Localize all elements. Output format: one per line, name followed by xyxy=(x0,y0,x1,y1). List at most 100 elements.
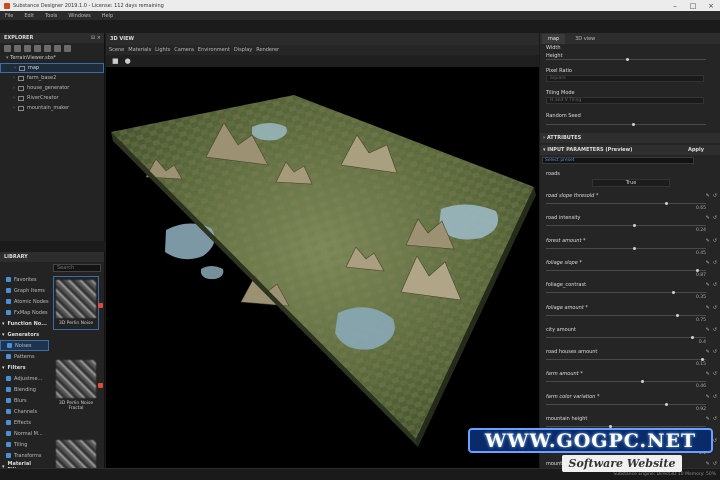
maximize-icon[interactable]: □ xyxy=(684,0,702,11)
param-slider[interactable] xyxy=(546,425,706,428)
edit-icon[interactable]: ✎ xyxy=(706,215,710,221)
chevron-right-icon[interactable]: › xyxy=(13,85,15,91)
light-icon[interactable]: ● xyxy=(125,57,131,65)
reset-icon[interactable]: ↺ xyxy=(713,394,717,400)
tab-map[interactable]: map xyxy=(542,33,566,44)
library-item-3[interactable] xyxy=(53,436,99,478)
menu-help[interactable]: Help xyxy=(102,13,113,19)
library-category[interactable]: Atomic Nodes xyxy=(0,296,49,307)
reset-icon[interactable]: ↺ xyxy=(713,193,717,199)
reset-icon[interactable]: ↺ xyxy=(713,305,717,311)
library-category[interactable]: Blending xyxy=(0,384,49,395)
preset-select[interactable]: Select preset xyxy=(542,157,694,164)
menu-file[interactable]: File xyxy=(5,13,13,19)
pin-icon[interactable]: ⊡ × xyxy=(91,35,101,41)
roads-toggle-button[interactable]: True xyxy=(592,179,670,187)
reset-icon[interactable]: ↺ xyxy=(713,327,717,333)
undo-icon[interactable] xyxy=(54,44,61,52)
slider-knob[interactable] xyxy=(664,202,668,205)
tree-item-house-generator[interactable]: › house_generator xyxy=(0,83,104,93)
attributes-section[interactable]: › ATTRIBUTES xyxy=(540,133,720,143)
view-menu-display[interactable]: Display xyxy=(234,47,252,53)
param-slider[interactable] xyxy=(546,268,706,272)
slider-knob[interactable] xyxy=(632,246,636,250)
chevron-right-icon[interactable]: › xyxy=(13,75,15,81)
edit-icon[interactable]: ✎ xyxy=(706,371,710,377)
view-menu-renderer[interactable]: Renderer xyxy=(256,47,279,53)
edit-icon[interactable]: ✎ xyxy=(706,305,710,311)
library-category[interactable]: FxMap Nodes xyxy=(0,307,49,318)
input-parameters-section[interactable]: ▾ INPUT PARAMETERS (Preview) Apply xyxy=(540,145,720,155)
library-item-3d-perlin-noise[interactable]: 3D Perlin Noise xyxy=(53,276,103,330)
edit-icon[interactable]: ✎ xyxy=(706,327,710,333)
library-search-input[interactable]: Search xyxy=(53,264,101,272)
slider-knob[interactable] xyxy=(632,224,636,228)
minimize-icon[interactable]: – xyxy=(666,0,684,11)
param-slider[interactable] xyxy=(546,291,706,295)
library-category[interactable]: Patterns xyxy=(0,351,49,362)
apply-button[interactable]: Apply xyxy=(688,147,704,153)
tab-3d-view[interactable]: 3D view xyxy=(569,34,601,44)
save-all-icon[interactable] xyxy=(34,44,41,52)
edit-icon[interactable]: ✎ xyxy=(706,260,710,266)
new-package-icon[interactable] xyxy=(4,44,11,52)
edit-icon[interactable]: ✎ xyxy=(706,394,710,400)
library-category[interactable]: Favorites xyxy=(0,274,49,285)
slider-knob[interactable] xyxy=(696,268,700,272)
reset-icon[interactable]: ↺ xyxy=(713,260,717,266)
menu-tools[interactable]: Tools xyxy=(45,13,57,19)
menu-windows[interactable]: Windows xyxy=(68,13,90,19)
random-seed-slider[interactable] xyxy=(546,123,706,126)
reset-icon[interactable]: ↺ xyxy=(713,238,717,244)
slider-knob[interactable] xyxy=(691,335,695,339)
reset-icon[interactable]: ↺ xyxy=(713,349,717,355)
reset-icon[interactable]: ↺ xyxy=(713,215,717,221)
chevron-down-icon[interactable]: ▾ xyxy=(2,321,5,327)
library-category[interactable]: Noises xyxy=(0,340,49,351)
tree-item-river-creator[interactable]: › RiverCreator xyxy=(0,93,104,103)
camera-icon[interactable]: ■ xyxy=(112,57,119,65)
reset-icon[interactable]: ↺ xyxy=(713,282,717,288)
chevron-right-icon[interactable]: › xyxy=(13,105,15,111)
view-menu-environment[interactable]: Environment xyxy=(198,47,230,53)
edit-icon[interactable]: ✎ xyxy=(706,193,710,199)
library-category[interactable]: ▾ Filters xyxy=(0,362,49,373)
edit-icon[interactable]: ✎ xyxy=(706,282,710,288)
chevron-down-icon[interactable]: ▾ xyxy=(2,332,5,338)
chevron-down-icon[interactable]: ▾ xyxy=(2,365,5,371)
param-slider[interactable] xyxy=(546,202,706,205)
view-menu-lights[interactable]: Lights xyxy=(155,47,170,53)
library-item-3d-perlin-noise-fractal[interactable]: 3D Perlin Noise Fractal xyxy=(53,356,103,411)
redo-icon[interactable] xyxy=(64,44,71,52)
tiling-mode-select[interactable]: H and V Tiling xyxy=(546,97,704,104)
param-slider[interactable] xyxy=(546,358,706,362)
new-graph-icon[interactable] xyxy=(44,44,51,52)
param-slider[interactable] xyxy=(546,380,706,384)
tree-item-farm-base2[interactable]: › farm_base2 xyxy=(0,73,104,83)
open-package-icon[interactable] xyxy=(14,44,21,52)
library-category[interactable]: Channels xyxy=(0,406,49,417)
library-category[interactable]: Transforms xyxy=(0,450,49,461)
pixel-ratio-select[interactable]: Square xyxy=(546,75,704,82)
param-slider[interactable] xyxy=(546,335,706,339)
height-slider[interactable] xyxy=(546,58,706,61)
menu-edit[interactable]: Edit xyxy=(24,13,34,19)
view-menu-materials[interactable]: Materials xyxy=(128,47,151,53)
save-icon[interactable] xyxy=(24,44,31,52)
slider-knob[interactable] xyxy=(626,58,629,61)
tree-item-map[interactable]: › map xyxy=(0,63,104,73)
view-menu-scene[interactable]: Scene xyxy=(109,47,124,53)
library-category[interactable]: Adjustme... xyxy=(0,373,49,384)
tree-item-mountain-maker[interactable]: › mountain_maker xyxy=(0,103,104,113)
edit-icon[interactable]: ✎ xyxy=(706,238,710,244)
chevron-right-icon[interactable]: › xyxy=(13,95,15,101)
slider-knob[interactable] xyxy=(672,291,676,295)
library-category[interactable]: ▾ Generators xyxy=(0,329,49,340)
param-slider[interactable] xyxy=(546,402,706,406)
param-slider[interactable] xyxy=(546,224,706,228)
reset-icon[interactable]: ↺ xyxy=(713,416,717,422)
edit-icon[interactable]: ✎ xyxy=(706,416,710,422)
slider-knob[interactable] xyxy=(640,380,644,384)
package-root[interactable]: ▾ TerrainViewer.sbs* xyxy=(0,53,104,63)
library-category[interactable]: Normal M... xyxy=(0,428,49,439)
